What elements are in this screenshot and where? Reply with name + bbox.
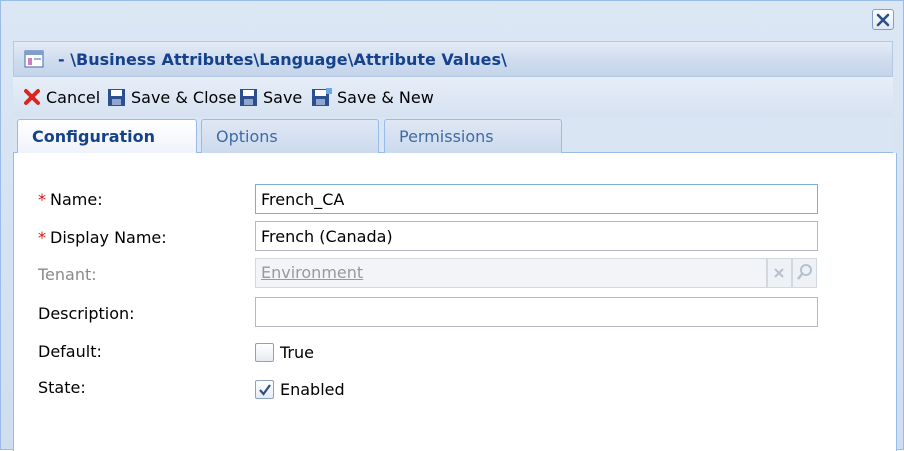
search-trigger[interactable]	[792, 258, 817, 288]
close-icon	[876, 13, 890, 27]
save-and-new-label: Save & New	[337, 87, 434, 107]
tab-configuration[interactable]: Configuration	[17, 119, 197, 155]
tenant-combo[interactable]: Environment	[255, 258, 767, 288]
dialog-window: - \Business Attributes\Language\Attribut…	[0, 0, 904, 451]
page-title: - \Business Attributes\Language\Attribut…	[58, 50, 507, 69]
description-label: Description:	[38, 304, 135, 323]
name-input[interactable]	[255, 184, 818, 214]
default-checkbox[interactable]	[255, 343, 274, 362]
toolbar: Cancel Save & Close Save Save & New	[13, 77, 893, 117]
cancel-label: Cancel	[46, 87, 101, 107]
save-and-new-button[interactable]: Save & New	[311, 85, 434, 109]
tab-strip: Configuration Options Permissions	[13, 117, 893, 155]
state-label: State:	[38, 378, 86, 397]
name-label: * Name:	[38, 190, 103, 209]
red-x-icon	[24, 89, 40, 105]
checkmark-icon	[259, 384, 271, 396]
save-button[interactable]: Save	[239, 85, 302, 109]
tenant-label: Tenant:	[38, 265, 97, 284]
required-marker: *	[38, 228, 46, 247]
state-checkbox[interactable]	[255, 380, 274, 399]
state-checkbox-label[interactable]: Enabled	[280, 380, 345, 399]
display-name-input[interactable]	[255, 221, 818, 251]
save-and-close-button[interactable]: Save & Close	[107, 85, 237, 109]
clear-trigger[interactable]	[767, 258, 792, 288]
clear-icon	[774, 268, 784, 278]
default-checkbox-label[interactable]: True	[280, 343, 314, 362]
default-label: Default:	[38, 342, 102, 361]
floppy-disk-plus-icon	[312, 87, 332, 106]
save-and-close-label: Save & Close	[131, 87, 237, 107]
description-input[interactable]	[255, 297, 818, 327]
display-name-label: * Display Name:	[38, 228, 167, 247]
tab-options[interactable]: Options	[201, 119, 379, 153]
panel-title-bar: - \Business Attributes\Language\Attribut…	[13, 41, 893, 77]
form-window-icon	[24, 50, 44, 68]
cancel-button[interactable]: Cancel	[23, 85, 100, 109]
required-marker: *	[38, 190, 46, 209]
floppy-disk-icon	[108, 88, 125, 106]
save-label: Save	[263, 87, 303, 107]
configuration-form: *Name: *Display Name: Tenant: Environmen…	[13, 153, 897, 451]
floppy-disk-icon	[240, 88, 257, 106]
tab-permissions[interactable]: Permissions	[384, 119, 562, 153]
search-icon	[797, 264, 812, 280]
close-button[interactable]	[872, 9, 894, 30]
